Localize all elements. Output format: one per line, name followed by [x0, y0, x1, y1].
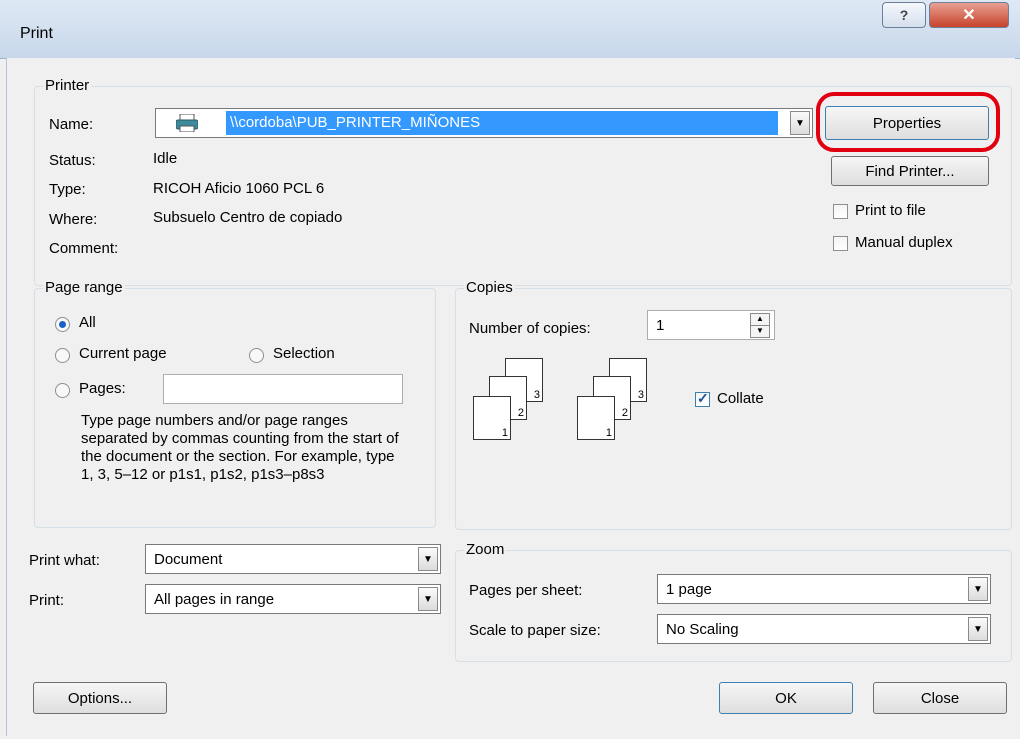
- collate-checkbox[interactable]: ✓: [695, 390, 710, 407]
- manual-duplex-label: Manual duplex: [855, 234, 953, 251]
- collate-label: Collate: [717, 390, 764, 407]
- pages-per-sheet-value: 1 page: [666, 581, 712, 598]
- page-range-legend: Page range: [43, 279, 125, 296]
- scale-label: Scale to paper size:: [469, 622, 601, 639]
- spin-down-icon[interactable]: ▼: [750, 325, 770, 338]
- all-label: All: [79, 314, 96, 331]
- print-what-label: Print what:: [29, 552, 100, 569]
- chevron-down-icon[interactable]: ▼: [790, 111, 810, 135]
- print-what-select[interactable]: Document ▼: [145, 544, 441, 574]
- find-printer-button[interactable]: Find Printer...: [831, 156, 989, 186]
- type-value: RICOH Aficio 1060 PCL 6: [153, 180, 325, 197]
- page-range-hint: Type page numbers and/or page ranges sep…: [81, 412, 399, 483]
- chevron-down-icon[interactable]: ▼: [418, 587, 438, 611]
- chevron-down-icon[interactable]: ▼: [418, 547, 438, 571]
- page-icon: 1: [473, 396, 511, 440]
- current-page-radio[interactable]: [55, 348, 70, 363]
- pages-radio[interactable]: [55, 383, 70, 398]
- chevron-down-icon[interactable]: ▼: [968, 617, 988, 641]
- help-icon[interactable]: ?: [882, 2, 926, 28]
- current-page-label: Current page: [79, 345, 167, 362]
- print-value: All pages in range: [154, 591, 275, 608]
- print-to-file-checkbox[interactable]: [833, 204, 848, 219]
- pages-label: Pages:: [79, 380, 126, 397]
- print-label: Print:: [29, 592, 65, 609]
- copies-legend: Copies: [464, 279, 515, 296]
- pages-input[interactable]: [163, 374, 403, 404]
- printer-legend: Printer: [43, 77, 92, 94]
- zoom-group: Zoom: [455, 541, 1012, 662]
- selection-radio[interactable]: [249, 348, 264, 363]
- scale-select[interactable]: No Scaling ▼: [657, 614, 991, 644]
- chevron-down-icon[interactable]: ▼: [968, 577, 988, 601]
- checkmark-icon: ✓: [697, 390, 709, 406]
- manual-duplex-checkbox[interactable]: [833, 236, 848, 251]
- ok-label: OK: [775, 689, 797, 707]
- where-value: Subsuelo Centro de copiado: [153, 209, 343, 226]
- ok-button[interactable]: OK: [719, 682, 853, 714]
- number-of-copies-label: Number of copies:: [469, 320, 591, 337]
- status-value: Idle: [153, 150, 178, 167]
- all-radio[interactable]: [55, 317, 70, 332]
- type-label: Type:: [49, 181, 86, 198]
- zoom-legend: Zoom: [464, 541, 507, 558]
- comment-label: Comment:: [49, 240, 119, 257]
- copies-value: 1: [656, 317, 665, 334]
- printer-name-select[interactable]: \\cordoba\PUB_PRINTER_MIÑONES ▼: [155, 108, 813, 138]
- scale-value: No Scaling: [666, 621, 739, 638]
- print-to-file-label: Print to file: [855, 202, 926, 219]
- pages-per-sheet-select[interactable]: 1 page ▼: [657, 574, 991, 604]
- close-icon[interactable]: ✕: [929, 2, 1009, 28]
- page-icon: 1: [577, 396, 615, 440]
- status-label: Status:: [49, 152, 96, 169]
- close-button[interactable]: Close: [873, 682, 1007, 714]
- window-title: Print: [20, 25, 53, 42]
- copies-spinner[interactable]: 1 ▲ ▼: [647, 310, 775, 340]
- printer-name-highlight: \\cordoba\PUB_PRINTER_MIÑONES: [226, 111, 778, 135]
- pages-per-sheet-label: Pages per sheet:: [469, 582, 583, 599]
- close-label: Close: [920, 689, 960, 707]
- where-label: Where:: [49, 211, 98, 228]
- print-select[interactable]: All pages in range ▼: [145, 584, 441, 614]
- title-bar: Print ? ✕: [0, 0, 1020, 59]
- printer-icon: [175, 113, 199, 133]
- print-what-value: Document: [154, 551, 223, 568]
- name-label: Name:: [49, 116, 94, 133]
- properties-highlight-ring: [816, 92, 1000, 152]
- selection-label: Selection: [273, 345, 335, 362]
- options-button[interactable]: Options...: [33, 682, 167, 714]
- dialog-body: Printer Name: \\cordoba\PUB_PRINTER_MIÑO…: [6, 58, 1015, 736]
- find-printer-label: Find Printer...: [865, 162, 955, 180]
- options-label: Options...: [67, 689, 133, 707]
- printer-name-value: \\cordoba\PUB_PRINTER_MIÑONES: [230, 114, 481, 131]
